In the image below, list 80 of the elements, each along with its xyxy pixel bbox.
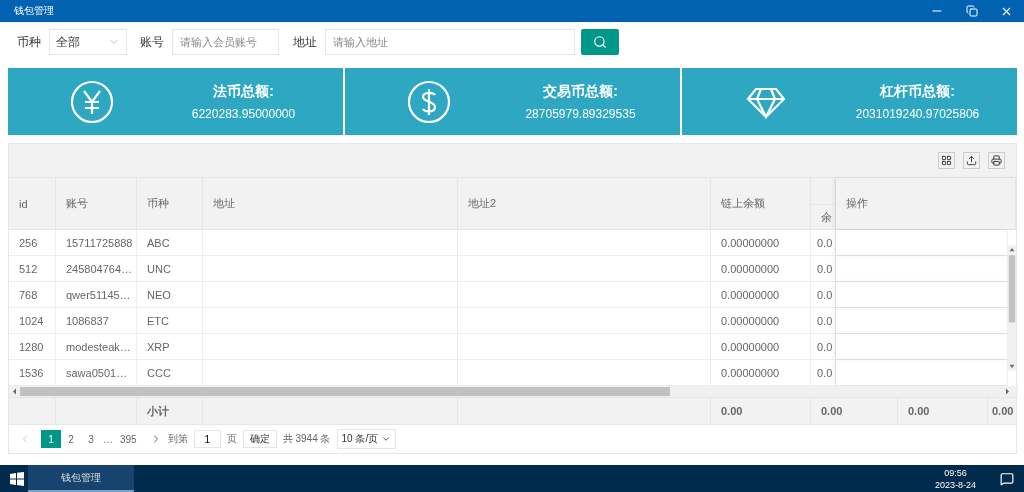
page-button[interactable]: 2 — [61, 430, 81, 448]
table-cell: 1280 — [9, 334, 56, 359]
page-button[interactable]: 3 — [81, 430, 101, 448]
table-cell: 0.00000000 — [711, 308, 811, 333]
column-header: id — [9, 178, 56, 229]
field-label: 账号 — [140, 33, 164, 51]
table-cell: 0.00000000 — [711, 256, 811, 281]
table-cell: 256 — [9, 230, 56, 255]
message-icon[interactable] — [1000, 471, 1014, 486]
clock: 09:56 2023-8-24 — [934, 467, 976, 490]
yen-icon — [70, 79, 114, 124]
dollar-icon — [407, 79, 451, 124]
subtotal-value: 0.00 — [811, 398, 898, 424]
field-label: 地址 — [293, 33, 317, 51]
confirm-button[interactable]: 确定 — [242, 430, 277, 448]
upload-icon[interactable] — [963, 152, 980, 169]
column-header: 地址 — [203, 178, 458, 229]
currency-select[interactable]: 全部 — [49, 29, 127, 55]
table-cell: 1536 — [9, 360, 56, 385]
column-header: 账号 — [56, 178, 137, 229]
search-icon — [593, 35, 607, 49]
column-header: 余 — [811, 204, 836, 229]
horizontal-scrollbar[interactable] — [9, 386, 1018, 397]
card-title: 法币总额: — [213, 82, 274, 101]
page-button[interactable]: 395 — [115, 430, 142, 448]
table-cell: 0.0 — [811, 230, 836, 255]
card-title: 杠杆币总额: — [880, 82, 955, 101]
total-count: 共 3944 条 — [282, 432, 331, 446]
column-header: 操作 — [836, 178, 1016, 229]
table-cell: 0.0 — [811, 360, 836, 385]
table-cell: 15711725888 — [56, 230, 137, 255]
page-button[interactable]: 1 — [41, 430, 61, 448]
table-cell: 1086837 — [56, 308, 137, 333]
subtotal-label: 小计 — [137, 398, 203, 424]
table-cell: 0.0 — [811, 256, 836, 281]
table-cell: XRP — [137, 334, 203, 359]
table-cell: qwer51145… — [56, 282, 137, 307]
subtotal-value: 0.00 — [991, 404, 1015, 419]
ellipsis: … — [103, 433, 113, 445]
table-cell: sawa0501… — [56, 360, 137, 385]
table-cell: 768 — [9, 282, 56, 307]
table-cell: UNC — [137, 256, 203, 281]
table-cell: 0.0 — [811, 334, 836, 359]
search-button[interactable] — [581, 29, 619, 55]
subtotal-value: 0.00 — [898, 398, 988, 424]
column-header: 地址2 — [458, 178, 711, 229]
taskbar-app[interactable]: 钱包管理 — [28, 465, 134, 492]
card-title: 交易币总额: — [543, 82, 618, 101]
printer-icon[interactable] — [988, 152, 1005, 169]
table-cell: ABC — [137, 230, 203, 255]
table-cell: 0.0 — [811, 282, 836, 307]
table-cell: 0.00000000 — [711, 230, 811, 255]
table-cell: CCC — [137, 360, 203, 385]
windows-icon[interactable] — [10, 471, 24, 486]
table-cell: 512 — [9, 256, 56, 281]
goto-label: 到第 — [167, 432, 188, 446]
table-cell: 0.00000000 — [711, 334, 811, 359]
caret-icon — [381, 434, 392, 444]
account-field[interactable]: 请输入会员账号 — [172, 29, 279, 55]
table-cell: modesteak… — [56, 334, 137, 359]
subtotal-value: 0.00 — [711, 398, 811, 424]
card-value: 6220283.95000000 — [191, 106, 296, 121]
table-cell: ETC — [137, 308, 203, 333]
field-label: 币种 — [17, 33, 41, 51]
column-header: 币种 — [137, 178, 203, 229]
table-cell: 0.00000000 — [711, 282, 811, 307]
table-cell: NEO — [137, 282, 203, 307]
page-unit: 页 — [226, 432, 237, 446]
card-value: 28705979.89329535 — [525, 106, 636, 121]
table-cell: 0.00000000 — [711, 360, 811, 385]
card-value: 2031019240.97025806 — [855, 106, 980, 121]
window-title: 钱包管理 — [14, 4, 55, 18]
page-size-select[interactable]: 10 条/页 — [336, 429, 397, 449]
address-field[interactable]: 请输入地址 — [325, 29, 575, 55]
table-cell: 1024 — [9, 308, 56, 333]
column-header: 链上余额 — [711, 178, 811, 229]
grid-icon[interactable] — [938, 152, 955, 169]
page-field[interactable]: 1 — [193, 430, 221, 448]
table-cell: 245804764… — [56, 256, 137, 281]
table-cell: 0.0 — [811, 308, 836, 333]
